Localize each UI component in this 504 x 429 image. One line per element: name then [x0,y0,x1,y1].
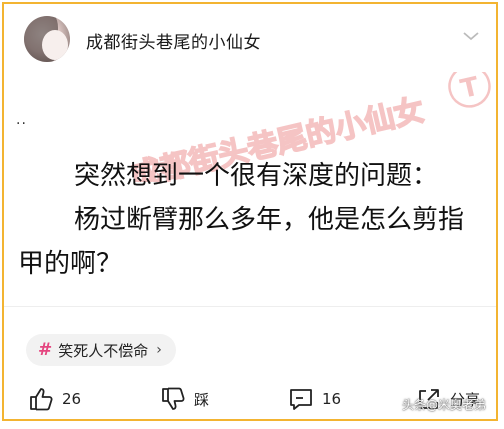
ellipsis-text: .. [16,112,27,128]
topic-tag[interactable]: # 笑死人不偿命 › [26,334,176,366]
topic-tag-label: 笑死人不偿命 [58,341,149,360]
chevron-right-icon: › [156,342,162,358]
post-text-line-2: 杨过断臂那么多年，他是怎么剪指 [74,205,465,235]
like-count: 26 [62,390,82,408]
post-content: 突然想到一个很有深度的问题： 杨过断臂那么多年，他是怎么剪指 甲的啊？ [18,154,484,286]
avatar[interactable] [24,16,70,62]
dislike-button[interactable]: 踩 [160,380,209,418]
comment-icon [290,389,312,410]
thumbs-down-icon [162,387,185,410]
thumbs-up-icon [30,388,53,411]
username[interactable]: 成都街头巷尾的小仙女 [86,28,261,53]
post-header: 成都街头巷尾的小仙女 [4,4,496,76]
dislike-label: 踩 [194,390,210,409]
avatar-face [42,30,68,60]
watermark-badge-circle [448,72,491,108]
watermark-badge: T [458,72,482,105]
divider [4,306,496,307]
post-text-line-3: 甲的啊？ [18,249,123,279]
credit-watermark: 头条@米奥老弟 [401,398,486,412]
comment-count: 16 [322,390,342,408]
comment-button[interactable]: 16 [288,380,341,418]
hash-icon: # [38,340,53,360]
like-button[interactable]: 26 [28,380,81,418]
chevron-down-icon[interactable] [462,30,480,42]
post-card: 成都街头巷尾的小仙女 .. 成都街头巷尾的小仙女 T 突然想到一个很有深度的问题… [2,2,498,421]
post-text-line-1: 突然想到一个很有深度的问题： [74,161,439,191]
